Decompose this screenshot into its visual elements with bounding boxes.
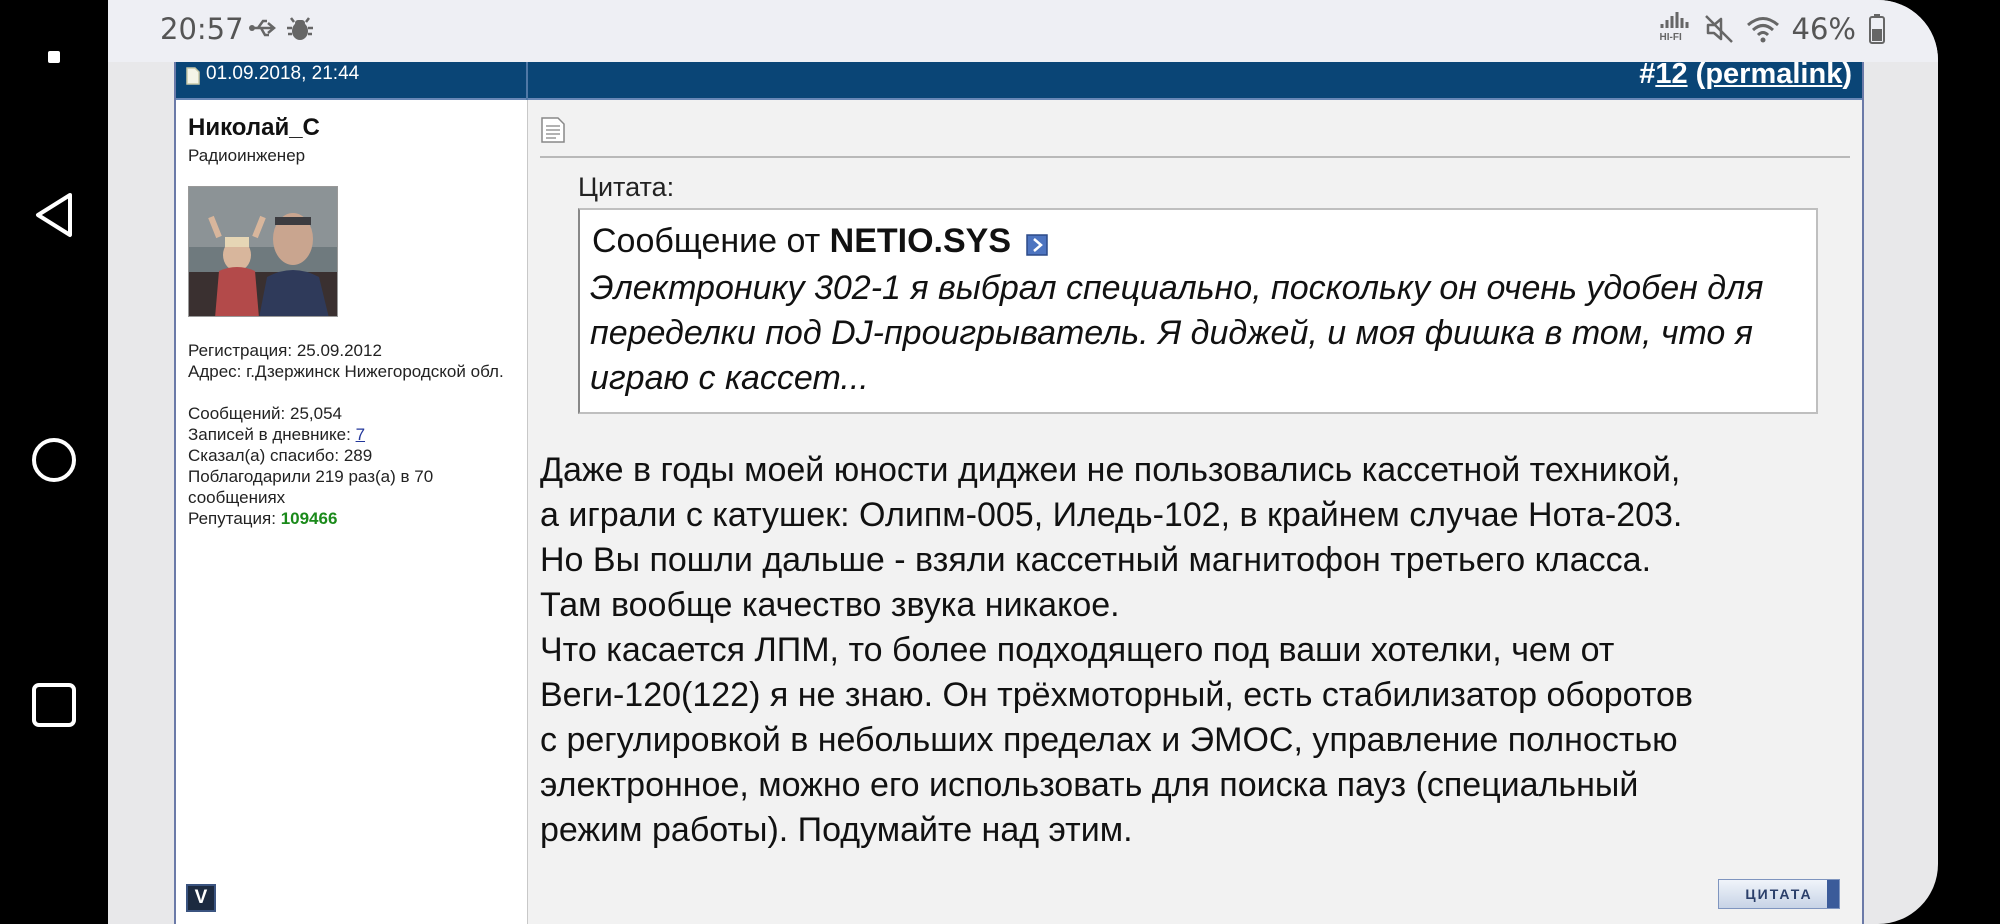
user-messages-count: Сообщений: 25,054 [188, 404, 342, 423]
message-line: Там вообще качество звука никакое. [540, 586, 1120, 624]
battery-percent: 46% [1791, 12, 1856, 46]
post-date: 01.09.2018, 21:44 [206, 63, 360, 84]
message-line: режим работы). Подумайте над этим. [540, 811, 1133, 849]
user-info-column: Николай_С Радиоинженер Регистрация: 25.0… [176, 100, 528, 924]
reputation-value: 109466 [280, 509, 338, 528]
message-line: электронное, можно его использовать для … [540, 766, 1639, 804]
message-line: Веги-120(122) я не знаю. Он трёхмоторный… [540, 676, 1693, 714]
username[interactable]: Николай_С [188, 114, 320, 142]
battery-icon [1869, 14, 1885, 44]
quote-from-prefix: Сообщение от [592, 222, 830, 260]
quote-reply-button[interactable]: ЦИТАТА [1718, 879, 1840, 909]
post-number-link[interactable]: 12 [1655, 58, 1687, 90]
recents-square-icon [32, 683, 76, 727]
header-divider [526, 62, 528, 100]
permalink-link[interactable]: permalink [1705, 58, 1842, 90]
message-line: Даже в годы моей юности диджеи не пользо… [540, 451, 1681, 489]
message-divider [540, 156, 1850, 158]
status-time: 20:57 [160, 12, 244, 46]
user-registration: Регистрация: 25.09.2012 [188, 341, 382, 360]
hifi-label: HI-FI [1659, 32, 1682, 43]
user-title: Радиоинженер [188, 146, 306, 165]
quote-author: NETIO.SYS [829, 222, 1012, 260]
quote-button-edge [1827, 880, 1839, 908]
permalink-open-paren: ( [1695, 58, 1706, 90]
recents-button[interactable] [0, 670, 108, 740]
hifi-icon: HI-FI [1658, 12, 1692, 46]
status-bar: 20:57 HI-FI 46% [108, 0, 1938, 62]
diary-label: Записей в дневнике: [188, 425, 356, 444]
diary-count-link[interactable]: 7 [356, 425, 365, 444]
quote-text: Электронику 302-1 я выбрал специально, п… [590, 269, 1764, 397]
status-icons: HI-FI 46% [1658, 12, 1886, 46]
reputation-label: Репутация: [188, 509, 281, 528]
post-number: #12 (permalink) [1639, 58, 1852, 91]
user-diary-entries: Записей в дневнике: 7 [188, 424, 523, 445]
message-line: Что касается ЛПМ, то более подходящего п… [540, 631, 1615, 669]
quote-box: Сообщение от NETIO.SYS Электронику 302-1… [578, 208, 1818, 414]
home-circle-icon [32, 438, 76, 482]
message-line: с регулировкой в небольших пределах и ЭМ… [540, 721, 1678, 759]
message-line: Но Вы пошли дальше - взяли кассетный маг… [540, 541, 1652, 579]
user-reputation: Репутация: 109466 [188, 508, 523, 529]
post-document-icon [186, 67, 200, 85]
back-triangle-icon [36, 193, 72, 237]
permalink-close-paren: ) [1842, 58, 1852, 90]
post-header: 01.09.2018, 21:44 #12 (permalink) [176, 58, 1862, 100]
square-dot-icon [48, 51, 60, 63]
message-column: Цитата: Сообщение от NETIO.SYS Электрони… [528, 100, 1862, 924]
android-nav-bar [0, 0, 108, 924]
user-address: Адрес: г.Дзержинск Нижегородской обл. [188, 362, 504, 381]
avatar-photo [189, 187, 337, 316]
message-line: а играли с катушек: Олипм-005, Иледь-102… [540, 496, 1683, 534]
quote-label: Цитата: [578, 172, 675, 202]
quote-from: Сообщение от NETIO.SYS [592, 222, 1049, 261]
forum-post: 01.09.2018, 21:44 #12 (permalink) Никола… [174, 58, 1864, 924]
user-was-thanked: Поблагодарили 219 раз(а) в 70 сообщениях [188, 467, 434, 507]
view-post-arrow-icon[interactable] [1026, 234, 1049, 256]
menu-dot-button[interactable] [0, 42, 108, 72]
wifi-icon [1746, 17, 1779, 43]
quote-button-label: ЦИТАТА [1745, 886, 1813, 902]
message-body: Даже в годы моей юности диджеи не пользо… [540, 448, 1860, 853]
avatar[interactable] [188, 186, 338, 317]
home-button[interactable] [0, 425, 108, 495]
debug-bug-icon [287, 17, 313, 40]
user-said-thanks: Сказал(а) спасибо: 289 [188, 446, 373, 465]
post-number-prefix: # [1639, 58, 1656, 90]
mute-icon [1704, 15, 1733, 43]
usb-icon [249, 19, 276, 37]
user-badge-icon[interactable]: V [186, 884, 216, 912]
post-page-icon [541, 117, 565, 143]
device-screen: 20:57 HI-FI 46% 01.09.2018, 21:44 #12 (p… [108, 0, 1938, 924]
back-button[interactable] [0, 180, 108, 250]
